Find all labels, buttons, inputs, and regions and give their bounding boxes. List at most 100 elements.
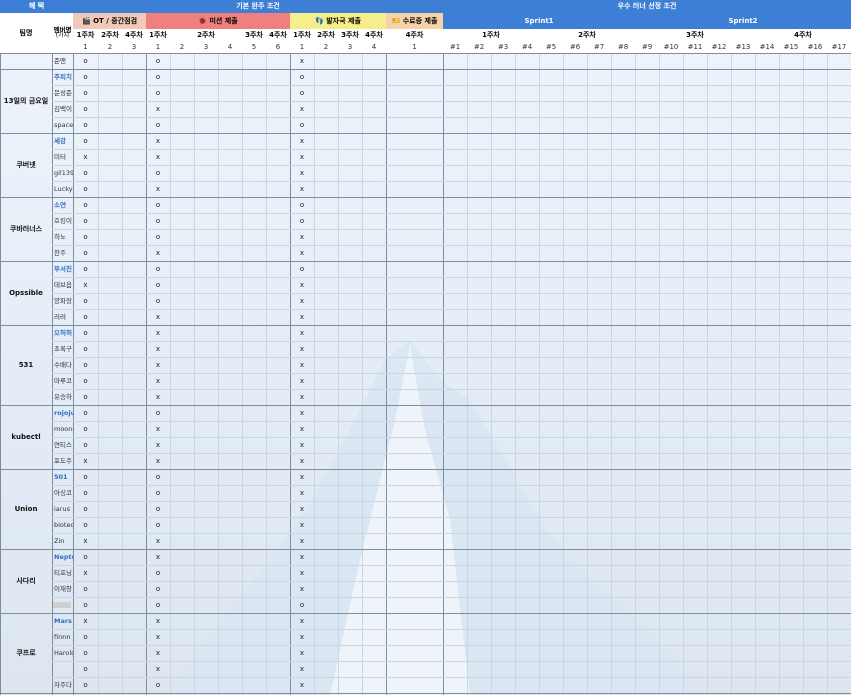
member-name: Mars [54,616,72,625]
team-name [0,53,52,69]
ot-status-mark: o [83,360,88,369]
ot-status-mark: o [83,88,88,97]
ot-status-mark: o [83,296,88,305]
sub-column-label: #6 [563,41,587,53]
member-name: Lucky [54,184,73,193]
mission-status-mark: x [155,632,161,641]
sub-column-label: 1 [146,41,170,53]
footprint-status-mark: o [299,264,305,273]
mission-status-mark: x [155,328,161,337]
ot-checkpoint-header: 🎬 OT / 중간점검 [73,13,146,29]
member-name: 초록구 [54,344,72,353]
member-name: 데브옵 [54,280,72,289]
mission-status-mark: x [155,648,161,657]
ot-status-mark: x [83,616,88,625]
member-name: 러러 [54,312,66,321]
footprint-status-mark: o [299,88,305,97]
sub-column-label: 1 [386,41,443,53]
ot-status-mark: o [83,120,88,129]
mission-status-mark: x [155,456,161,465]
week-label: 2주차 [170,29,242,41]
week-label: 3주차 [635,29,755,41]
mission-status-mark: o [155,600,161,609]
ot-status-mark: o [83,216,88,225]
member-name: 마루코 [54,376,72,385]
ot-status-mark: x [83,536,88,545]
member-name [52,661,73,677]
mission-status-mark: x [155,248,161,257]
member-name: Neptu [54,552,73,561]
mission-status-mark: x [155,392,161,401]
mission-status-mark: o [155,264,161,273]
week-label: 1주차 [73,29,98,41]
ot-status-mark: o [83,184,88,193]
sub-column-label: #10 [659,41,683,53]
week-label: 4주차 [755,29,851,41]
mission-status-mark: o [155,408,161,417]
footprint-status-mark: x [299,408,305,417]
mission-status-mark: x [155,376,161,385]
member-name: 김백이 [54,104,72,113]
sub-column-label: 1 [290,41,314,53]
mission-status-mark: o [155,88,161,97]
member-name: 유승하 [54,392,72,401]
basic-completion-header: 기본 완주 조건 [73,0,443,13]
member-name: 호킹이 [54,216,72,225]
mission-status-mark: x [155,344,161,353]
ot-status-mark: o [83,72,88,81]
sub-column-label: 1 [73,41,98,53]
week-label: 2주차 [539,29,635,41]
member-name: iarus [54,504,70,513]
footprint-status-mark: x [299,392,305,401]
footprint-status-mark: o [299,600,305,609]
member-name: finnn [54,632,71,641]
ot-status-mark: o [83,520,88,529]
ot-status-mark: x [83,456,88,465]
certificate-submit-header: 🎫 수료증 제출 [386,13,443,29]
week-label: 3주차 [242,29,266,41]
footprint-status-mark: o [299,120,305,129]
member-name: 부서진 [54,264,72,273]
mission-status-mark: x [155,104,161,113]
spreadsheet: 혜 택 기본 완주 조건 우수 러너 선정 조건 팀명 멤버명 (가치 🎬 OT / 중간점… [0,0,851,695]
footprint-status-mark: x [299,296,305,305]
team-name: 쿠프로 [16,648,36,657]
team-name: 사다리 [16,576,36,585]
member-name: 수배다 [54,360,72,369]
footprint-status-mark: x [299,360,305,369]
mission-status-mark: o [155,216,161,225]
mission-status-mark: o [155,584,161,593]
footprint-status-mark: x [299,632,305,641]
sub-column-label: #11 [683,41,707,53]
footprint-status-mark: x [299,232,305,241]
ot-status-mark: x [83,568,88,577]
member-name: Harold [54,648,73,657]
ot-status-mark: o [83,344,88,353]
member-name: 준맨 [54,56,66,65]
footprint-status-mark: x [299,168,305,177]
member-name: 이재창 [54,584,72,593]
ot-status-mark: o [83,440,88,449]
mission-status-mark: x [155,184,161,193]
week-label: 3주차 [338,29,362,41]
ot-status-mark: o [83,680,88,689]
footprint-status-mark: x [299,616,305,625]
footprint-status-mark: x [299,520,305,529]
member-name: 소연 [54,200,66,209]
member-name: 연티스 [54,440,72,449]
mission-status-mark: o [155,168,161,177]
sub-column-label: #3 [491,41,515,53]
member-name: 양파장 [54,296,72,305]
team-name: Union [14,504,38,513]
footprint-status-mark: x [299,280,305,289]
team-name: kubectl [11,432,41,441]
footprint-status-mark: x [299,472,305,481]
footprint-status-mark: x [299,424,305,433]
mission-status-mark: x [155,664,161,673]
member-name: spacei [54,120,73,129]
mission-status-mark: o [155,200,161,209]
week-label: 2주차 [98,29,122,41]
mission-status-mark: o [155,56,161,65]
week-label: 4주차 [386,29,443,41]
week-label: 1주차 [443,29,539,41]
